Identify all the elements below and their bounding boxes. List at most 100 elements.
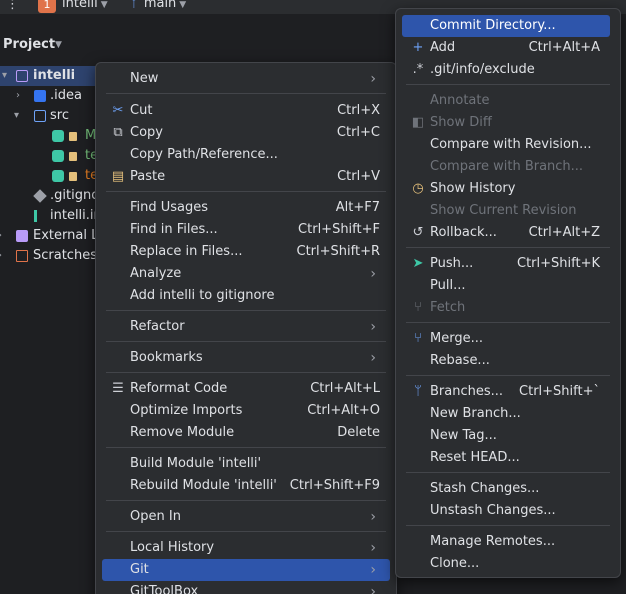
- chevron-right-icon: ›: [370, 266, 376, 282]
- expand-arrow-icon[interactable]: ›: [0, 226, 2, 246]
- tree-node-label: .gitigno: [50, 188, 100, 203]
- diff-icon: ◧: [411, 115, 425, 130]
- menu-item-label: Rebase...: [430, 353, 490, 368]
- git-reset-head[interactable]: Reset HEAD...: [402, 447, 610, 469]
- shortcut-label: Ctrl+C: [336, 125, 380, 140]
- git-commit-directory[interactable]: Commit Directory...: [402, 15, 610, 37]
- tree-node-external[interactable]: › External Li: [0, 226, 102, 246]
- ctx-remove-module[interactable]: Remove Module Delete: [102, 422, 390, 444]
- git-unstash-changes[interactable]: Unstash Changes...: [402, 500, 610, 522]
- chevron-right-icon: ›: [370, 562, 376, 578]
- expand-arrow-icon[interactable]: ▾: [2, 66, 7, 86]
- shortcut-label: Ctrl+Shift+F9: [289, 478, 380, 493]
- ctx-add-intelli-to-gitignore[interactable]: Add intelli to gitignore: [102, 285, 390, 307]
- ctx-replace-in-files[interactable]: Replace in Files... Ctrl+Shift+R: [102, 241, 390, 263]
- tree-node-gitignore[interactable]: .gitigno: [0, 186, 100, 206]
- git-show-diff[interactable]: ◧ Show Diff: [402, 112, 610, 134]
- git-clone[interactable]: Clone...: [402, 553, 610, 575]
- ctx-bookmarks[interactable]: Bookmarks ›: [102, 347, 390, 369]
- ctx-git[interactable]: Git ›: [102, 559, 390, 581]
- tree-node-iml[interactable]: intelli.in: [0, 206, 102, 226]
- tree-node-file[interactable]: te: [0, 146, 100, 166]
- menu-separator: [106, 447, 386, 448]
- git-push[interactable]: ➤ Push... Ctrl+Shift+K: [402, 253, 610, 275]
- tree-node-src[interactable]: ▾ src: [0, 106, 100, 126]
- chevron-right-icon: ›: [370, 540, 376, 556]
- tree-node-scratches[interactable]: › Scratches: [0, 246, 100, 266]
- tree-node-file[interactable]: te: [0, 166, 100, 186]
- git-git-info-exclude[interactable]: .* .git/info/exclude: [402, 59, 610, 81]
- ctx-local-history[interactable]: Local History ›: [102, 537, 390, 559]
- git-add[interactable]: + Add Ctrl+Alt+A: [402, 37, 610, 59]
- scratches-icon: [16, 250, 28, 262]
- git-rollback[interactable]: ↺ Rollback... Ctrl+Alt+Z: [402, 222, 610, 244]
- git-new-branch[interactable]: New Branch...: [402, 403, 610, 425]
- menu-item-label: Paste: [130, 169, 166, 184]
- menu-item-label: Push...: [430, 256, 474, 271]
- git-submenu: Commit Directory... + Add Ctrl+Alt+A .* .git/…: [395, 8, 621, 578]
- git-show-current-revision[interactable]: Show Current Revision: [402, 200, 610, 222]
- tree-node-file[interactable]: M: [0, 126, 100, 146]
- menu-separator: [106, 93, 386, 94]
- clipboard-icon: ▤: [111, 169, 125, 184]
- git-show-history[interactable]: ◷ Show History: [402, 178, 610, 200]
- ctx-analyze[interactable]: Analyze ›: [102, 263, 390, 285]
- menu-item-label: New: [130, 71, 159, 86]
- merge-icon: ⑂: [414, 331, 422, 346]
- branch-icon: ᛘ: [130, 0, 138, 11]
- expand-arrow-icon[interactable]: ▾: [14, 106, 19, 126]
- git-branches[interactable]: ᛘ Branches... Ctrl+Shift+`: [402, 381, 610, 403]
- menu-item-label: Analyze: [130, 266, 182, 281]
- project-switcher[interactable]: intelli ▼: [62, 0, 108, 11]
- ctx-copy[interactable]: ⧉ Copy Ctrl+C: [102, 122, 390, 144]
- ctx-paste[interactable]: ▤ Paste Ctrl+V: [102, 166, 390, 188]
- expand-arrow-icon[interactable]: ›: [16, 86, 20, 106]
- ctx-find-usages[interactable]: Find Usages Alt+F7: [102, 197, 390, 219]
- ctx-open-in[interactable]: Open In ›: [102, 506, 390, 528]
- git-rebase[interactable]: Rebase...: [402, 350, 610, 372]
- ctx-new[interactable]: New ›: [102, 68, 390, 90]
- menu-item-label: Unstash Changes...: [430, 503, 556, 518]
- ctx-rebuild-module-intelli[interactable]: Rebuild Module 'intelli' Ctrl+Shift+F9: [102, 475, 390, 497]
- ctx-copy-path-reference[interactable]: Copy Path/Reference...: [102, 144, 390, 166]
- main-menu-icon[interactable]: ⋮: [6, 0, 19, 12]
- menu-item-label: Compare with Branch...: [430, 159, 584, 174]
- menu-item-label: Copy: [130, 125, 163, 140]
- menu-separator: [406, 84, 610, 85]
- tree-node-label: External Li: [33, 228, 102, 243]
- tree-node-idea[interactable]: › .idea: [0, 86, 100, 106]
- menu-item-label: Replace in Files...: [130, 244, 243, 259]
- branch-switcher[interactable]: ᛘ main ▼: [130, 0, 186, 11]
- ctx-cut[interactable]: ✂ Cut Ctrl+X: [102, 100, 390, 122]
- project-badge[interactable]: 1: [38, 0, 56, 13]
- java-class-icon: [52, 150, 64, 162]
- git-manage-remotes[interactable]: Manage Remotes...: [402, 531, 610, 553]
- ctx-optimize-imports[interactable]: Optimize Imports Ctrl+Alt+O: [102, 400, 390, 422]
- ctx-build-module-intelli[interactable]: Build Module 'intelli': [102, 453, 390, 475]
- git-annotate[interactable]: Annotate: [402, 90, 610, 112]
- git-pull[interactable]: Pull...: [402, 275, 610, 297]
- menu-item-label: Bookmarks: [130, 350, 203, 365]
- chevron-down-icon[interactable]: ▼: [55, 40, 62, 50]
- git-compare-with-revision[interactable]: Compare with Revision...: [402, 134, 610, 156]
- git-stash-changes[interactable]: Stash Changes...: [402, 478, 610, 500]
- ctx-refactor[interactable]: Refactor ›: [102, 316, 390, 338]
- tree-node-root[interactable]: ▾ intelli: [0, 66, 100, 86]
- ctx-reformat-code[interactable]: ☰ Reformat Code Ctrl+Alt+L: [102, 378, 390, 400]
- git-fetch[interactable]: ⑂ Fetch: [402, 297, 610, 319]
- expand-arrow-icon[interactable]: ›: [0, 246, 2, 266]
- git-merge[interactable]: ⑂ Merge...: [402, 328, 610, 350]
- menu-item-label: Commit Directory...: [430, 18, 556, 33]
- menu-item-label: Open In: [130, 509, 181, 524]
- shortcut-label: Ctrl+X: [337, 103, 380, 118]
- menu-item-label: Add: [430, 40, 456, 55]
- ctx-gittoolbox[interactable]: GitToolBox ›: [102, 581, 390, 594]
- git-compare-with-branch[interactable]: Compare with Branch...: [402, 156, 610, 178]
- branch-icon: ᛘ: [414, 384, 422, 399]
- project-panel-header[interactable]: Project ▼: [0, 30, 120, 60]
- shortcut-label: Ctrl+Alt+O: [307, 403, 380, 418]
- git-new-tag[interactable]: New Tag...: [402, 425, 610, 447]
- shortcut-label: Alt+F7: [335, 200, 380, 215]
- ctx-find-in-files[interactable]: Find in Files... Ctrl+Shift+F: [102, 219, 390, 241]
- menu-separator: [406, 472, 610, 473]
